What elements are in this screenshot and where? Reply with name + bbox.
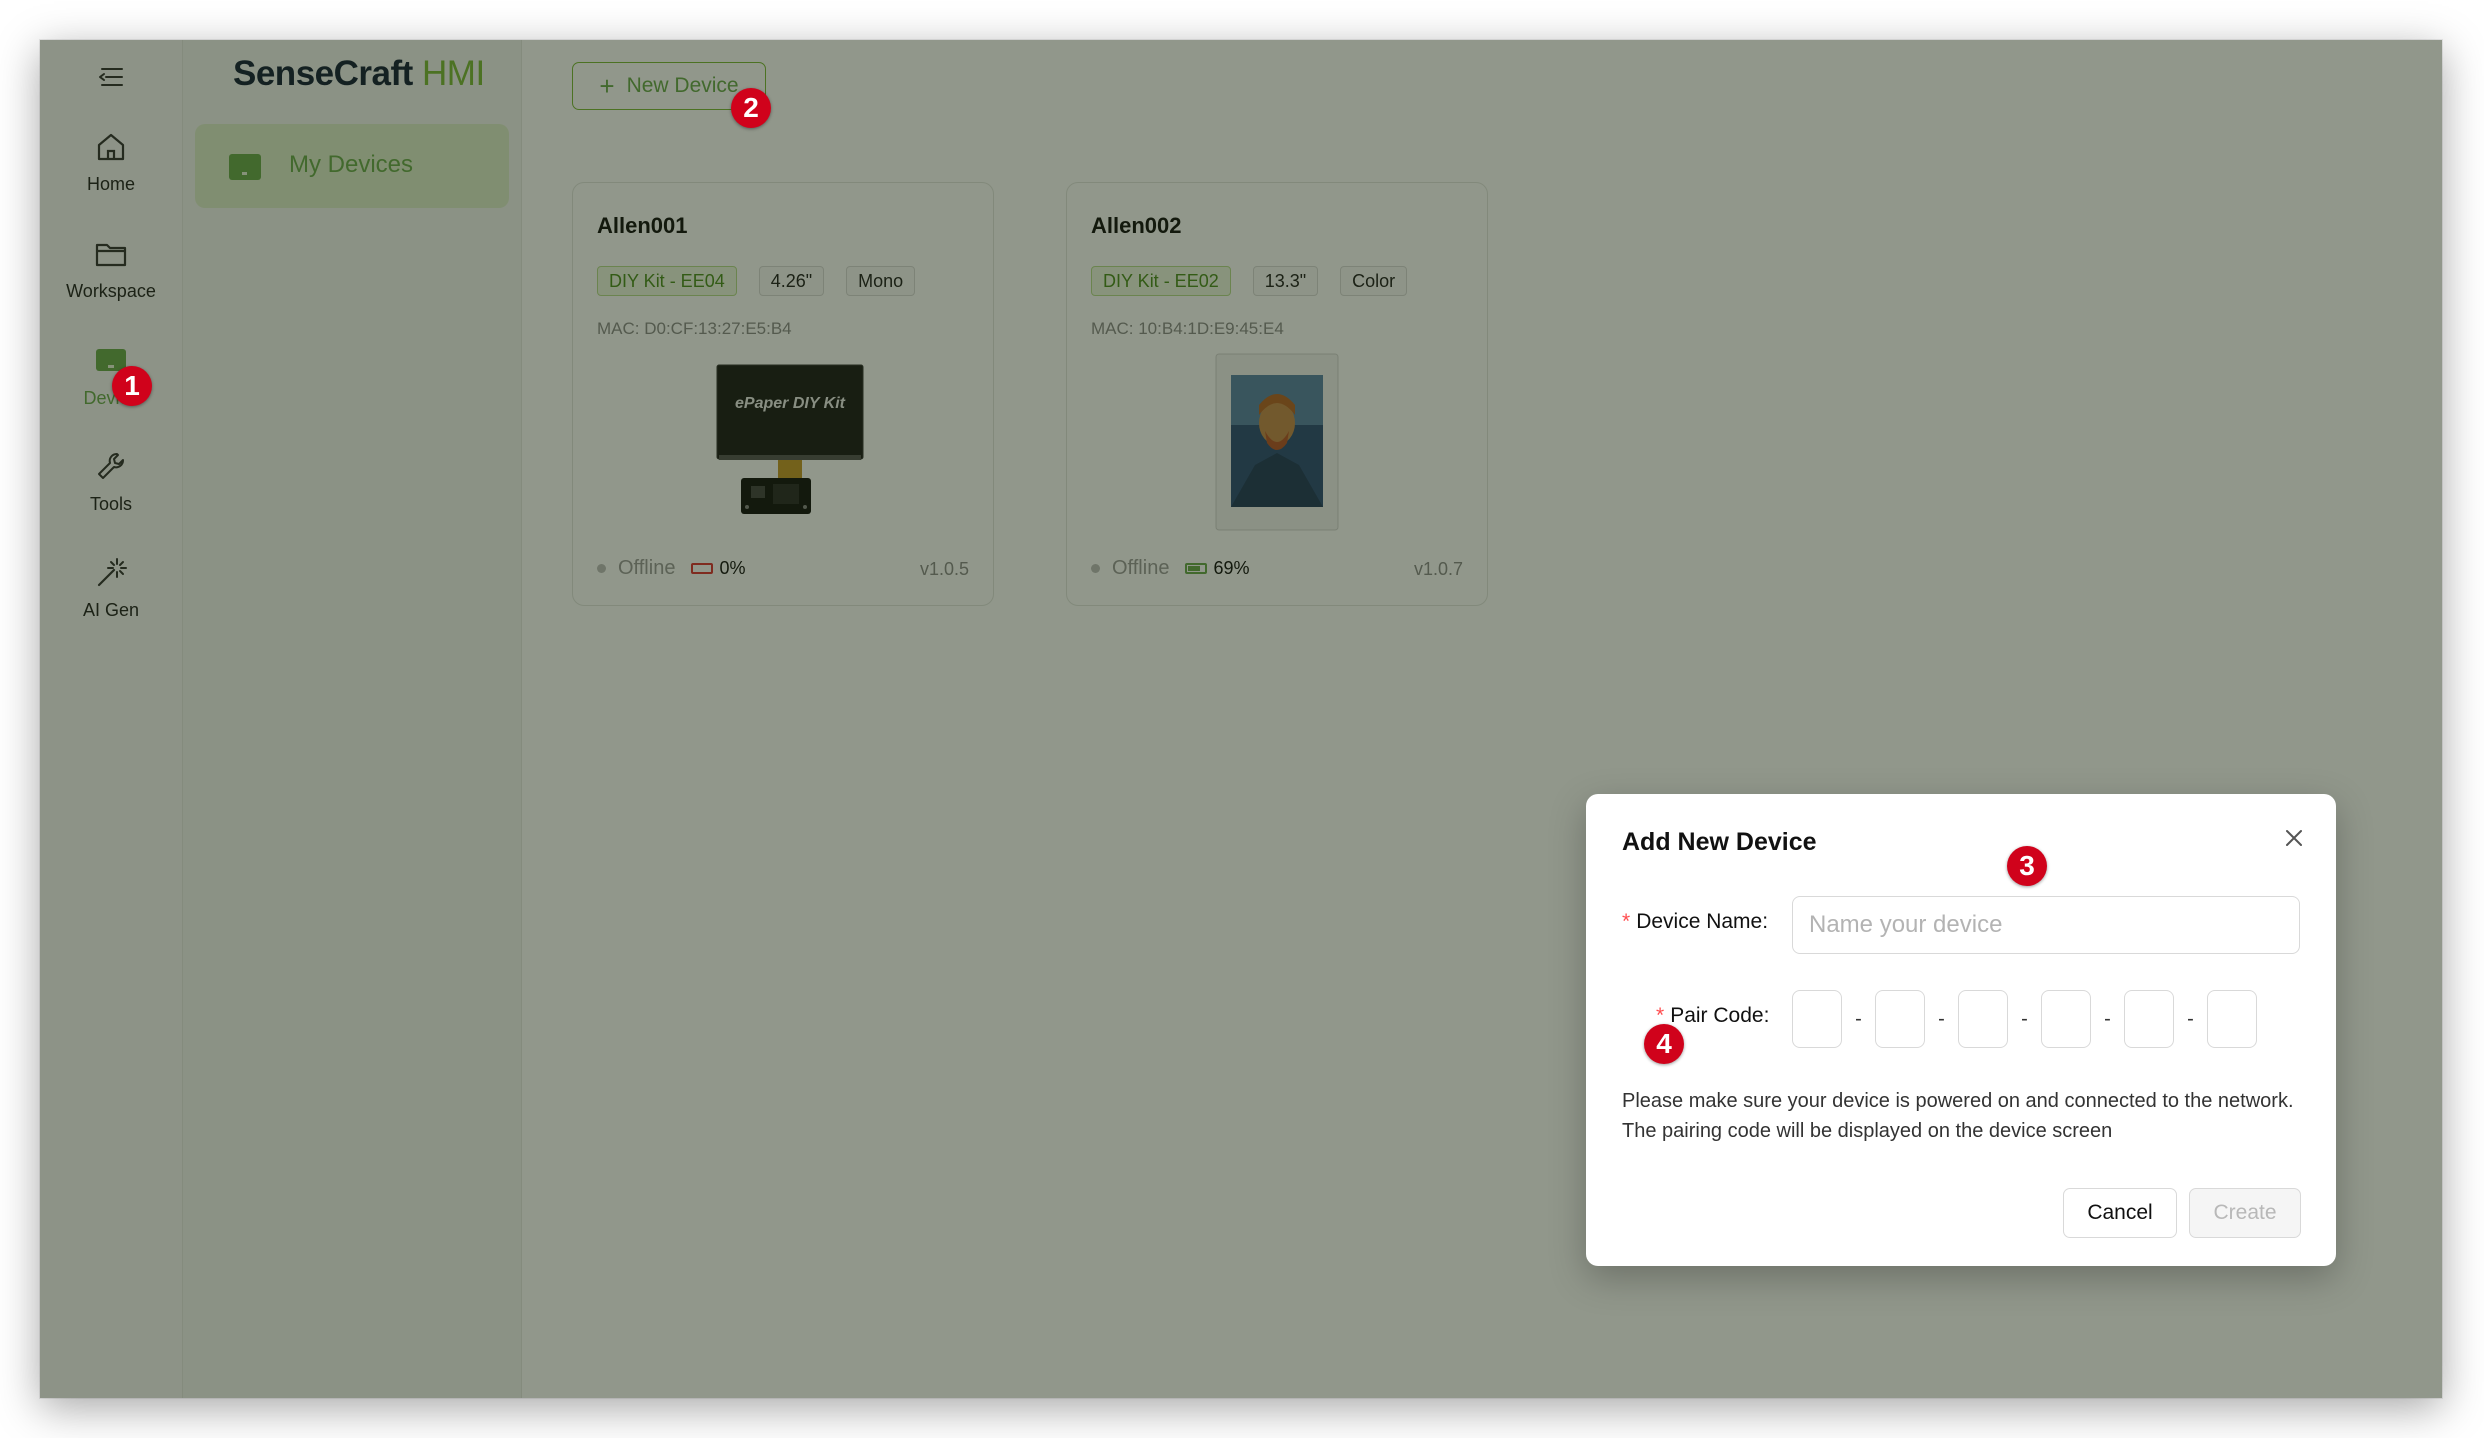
step-marker-3: 3 xyxy=(2007,846,2047,886)
close-icon[interactable] xyxy=(2280,824,2308,852)
step-marker-4: 4 xyxy=(1644,1024,1684,1064)
pair-code-digit-6[interactable] xyxy=(2207,990,2257,1048)
pair-code-digit-5[interactable] xyxy=(2124,990,2174,1048)
pair-code-input-group: - - - - - xyxy=(1792,990,2257,1048)
pair-code-separator: - xyxy=(2104,1007,2111,1030)
pair-code-separator: - xyxy=(2021,1007,2028,1030)
pair-code-digit-4[interactable] xyxy=(2041,990,2091,1048)
device-name-input[interactable] xyxy=(1792,896,2300,954)
add-device-dialog: Add New Device *Device Name: *Pair Code:… xyxy=(1586,794,2336,1266)
pair-code-digit-3[interactable] xyxy=(1958,990,2008,1048)
create-button[interactable]: Create xyxy=(2189,1188,2301,1238)
app-window: Home Workspace Device Tools AI Gen Sense… xyxy=(40,40,2442,1398)
pair-code-label: * Pair Code: xyxy=(1656,1004,1770,1027)
pair-code-separator: - xyxy=(1938,1007,1945,1030)
pair-code-digit-2[interactable] xyxy=(1875,990,1925,1048)
cancel-button[interactable]: Cancel xyxy=(2063,1188,2177,1238)
step-marker-1: 1 xyxy=(112,366,152,406)
step-marker-2: 2 xyxy=(731,88,771,128)
pair-code-separator: - xyxy=(2187,1007,2194,1030)
pairing-instructions: Please make sure your device is powered … xyxy=(1622,1090,2294,1142)
dialog-title: Add New Device xyxy=(1622,828,1817,856)
device-name-label: * Device Name: xyxy=(1622,910,1769,933)
pair-code-digit-1[interactable] xyxy=(1792,990,1842,1048)
pair-code-separator: - xyxy=(1855,1007,1862,1030)
